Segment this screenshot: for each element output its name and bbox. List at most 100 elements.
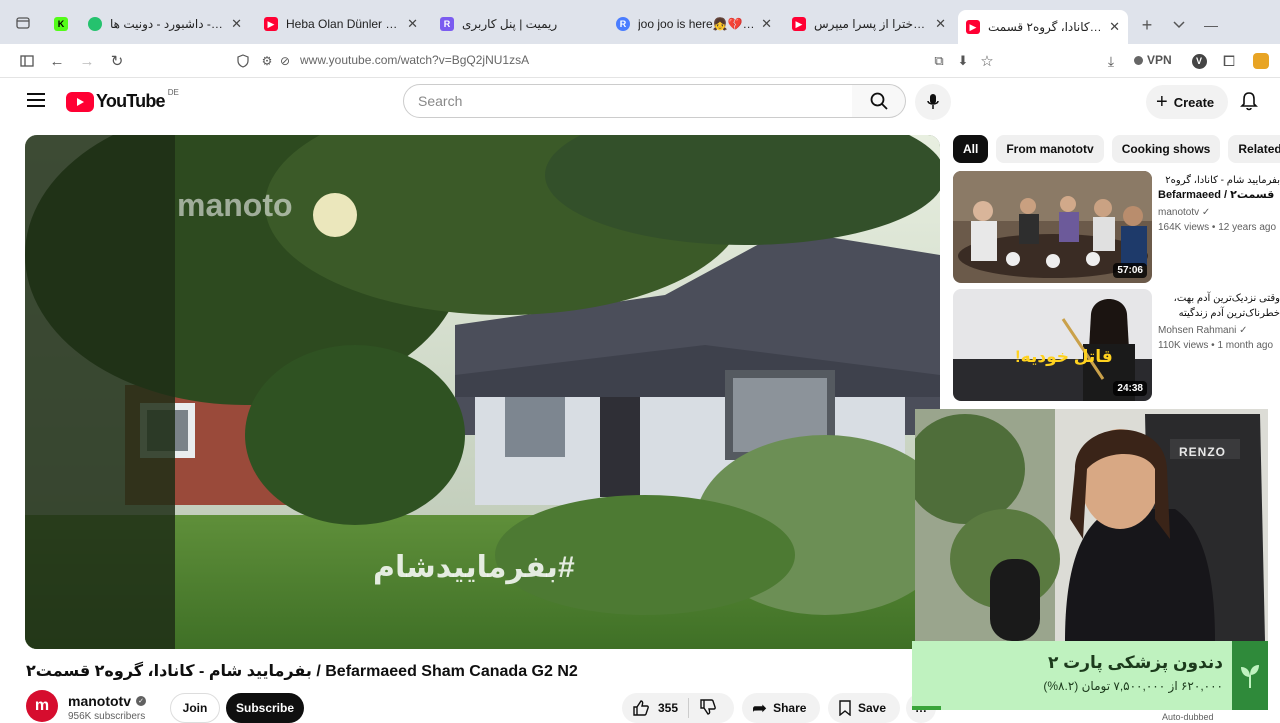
youtube-logo[interactable]: YouTube DE xyxy=(66,88,179,112)
channel-name[interactable]: manototv ✓ xyxy=(68,693,146,709)
video-overlay-text: #بفرمایید‌شام xyxy=(373,551,575,584)
tab-title: joo joo is here👧💔 !donate xyxy=(638,17,755,31)
back-icon[interactable]: ← xyxy=(46,50,68,72)
close-icon[interactable]: ✕ xyxy=(407,16,418,32)
tab-video-2[interactable]: ▶ چیزهایی که دخترا از پسرا میپرس ✕ xyxy=(784,8,954,40)
recommendation-title-line2[interactable]: Befarmaeed / قسمت۲ xyxy=(1158,188,1280,203)
vpn-button[interactable]: VPN xyxy=(1134,53,1172,67)
watermark-top: manoto xyxy=(177,187,293,223)
chip-cooking-shows[interactable]: Cooking shows xyxy=(1111,135,1221,163)
recommendation-item[interactable]: 57:06 بفرمایید شام - کانادا، گروه۲ Befar… xyxy=(953,171,1280,283)
youtube-icon: ▶ xyxy=(966,20,980,34)
downloads-icon[interactable]: ⤓ xyxy=(1100,50,1122,72)
screenshot-icon[interactable]: ⧉ xyxy=(928,50,950,72)
duration-badge: 57:06 xyxy=(1113,263,1147,278)
tab-remit[interactable]: R ریمیت | پنل کاربری xyxy=(432,8,602,40)
address-bar-url[interactable]: www.youtube.com/watch?v=BgQ2jNU1zsA xyxy=(300,53,529,67)
recommendation-title[interactable]: بفرمایید شام - کانادا، گروه۲ xyxy=(1158,173,1280,188)
share-button[interactable]: ➦ Share xyxy=(742,693,820,723)
tracking-icon[interactable]: ⊘ xyxy=(274,50,296,72)
recommendation-views: 110K views • 1 month ago xyxy=(1158,340,1274,351)
vivaldi-icon[interactable]: V xyxy=(1188,50,1210,72)
vpn-icon xyxy=(1134,55,1143,65)
tab-title: Heba Olan Dünler (ft. Berrin) xyxy=(286,17,401,31)
extensions-icon[interactable]: ⧠ xyxy=(1218,50,1240,72)
r-icon: R xyxy=(440,17,454,31)
recommendation-channel[interactable]: manototv ✓ xyxy=(1158,207,1280,218)
share-icon: ➦ xyxy=(752,697,768,718)
profile-avatar-icon[interactable] xyxy=(1250,50,1272,72)
subscribe-button[interactable]: Subscribe xyxy=(226,693,304,723)
sidebar-icon[interactable] xyxy=(16,50,38,72)
search-input[interactable]: Search xyxy=(403,84,853,118)
chevron-down-icon[interactable] xyxy=(1168,14,1190,36)
thumbs-down-icon xyxy=(700,698,716,715)
plant-icon xyxy=(1232,641,1268,710)
thumbnail-text: قاتل خودیه! xyxy=(1015,347,1113,366)
plus-icon: + xyxy=(1156,91,1168,113)
search-button[interactable] xyxy=(852,84,906,118)
verified-icon: ✓ xyxy=(1201,207,1211,218)
close-icon[interactable]: ✕ xyxy=(761,16,772,32)
verified-icon: ✓ xyxy=(136,696,146,706)
forward-icon[interactable]: → xyxy=(76,50,98,72)
youtube-icon: ▶ xyxy=(264,17,278,31)
like-button[interactable]: 355 xyxy=(632,699,678,717)
donofa-icon xyxy=(88,17,102,31)
bookmark-star-icon[interactable]: ☆ xyxy=(976,50,998,72)
minimize-icon[interactable]: — xyxy=(1200,14,1222,36)
close-icon[interactable]: ✕ xyxy=(231,16,242,32)
recommendation-channel[interactable]: Mohsen Rahmani ✓ xyxy=(1158,325,1280,336)
browser-tab-bar: K داشبورد - دونیت ها - Donofa ✕ ▶ Heba Ol… xyxy=(0,0,1280,44)
reload-icon[interactable]: ↻ xyxy=(106,50,128,72)
browser-nav-bar: ← → ↻ ⚙ ⊘ www.youtube.com/watch?v=BgQ2jN… xyxy=(0,44,1280,78)
video-player[interactable]: manoto #بفرمایید‌شام xyxy=(25,135,940,649)
tab-joojoo[interactable]: R joo joo is here👧💔 !donate ✕ xyxy=(608,8,780,40)
bookmark-icon xyxy=(839,700,851,716)
close-icon[interactable]: ✕ xyxy=(935,16,946,32)
tab-title: چیزهایی که دخترا از پسرا میپرس xyxy=(814,17,929,31)
donation-goal-banner: دندون پزشکی پارت ۲ ۶۲۰,۰۰۰ از ۷,۵۰۰,۰۰۰ … xyxy=(912,641,1268,710)
join-button[interactable]: Join xyxy=(170,693,220,723)
thumbs-up-icon xyxy=(633,700,649,716)
recommendation-item[interactable]: قاتل خودیه! 24:38 وقتی نزدیک‌ترین آدم به… xyxy=(953,289,1280,401)
tab-active-video[interactable]: ▶ بفرمایید شام - کانادا، گروه۲ قسمت ✕ xyxy=(958,10,1128,44)
tab-donofa[interactable]: داشبورد - دونیت ها - Donofa ✕ xyxy=(80,8,250,40)
youtube-logo-icon xyxy=(66,91,94,112)
chip-from-channel[interactable]: From manototv xyxy=(996,135,1104,163)
create-button[interactable]: + Create xyxy=(1146,85,1229,119)
recommendation-title-line2[interactable]: خطرناک‌ترین آدم زندگیته xyxy=(1158,306,1280,321)
search-icon xyxy=(870,92,888,110)
streamer-webcam-overlay: RENZO xyxy=(915,409,1268,641)
new-tab-icon[interactable]: + xyxy=(1136,14,1158,36)
tab-title: داشبورد - دونیت ها - Donofa xyxy=(110,17,225,31)
notifications-icon[interactable] xyxy=(1240,91,1258,116)
donation-progress-bar xyxy=(912,706,942,710)
verified-icon: ✓ xyxy=(1239,325,1248,336)
download-page-icon[interactable]: ⬇ xyxy=(952,50,974,72)
duration-badge: 24:38 xyxy=(1113,381,1147,396)
voice-search-button[interactable] xyxy=(915,84,951,120)
video-thumbnail[interactable]: 57:06 xyxy=(953,171,1152,283)
kick-icon: K xyxy=(54,17,68,31)
tab-title: ریمیت | پنل کاربری xyxy=(462,17,558,31)
tab-kick[interactable]: K xyxy=(46,8,76,40)
save-button[interactable]: Save xyxy=(828,693,900,723)
webcam-image xyxy=(915,409,1268,641)
recommendation-meta: بفرمایید شام - کانادا، گروه۲ Befarmaeed … xyxy=(1158,173,1280,233)
chip-related[interactable]: Related xyxy=(1228,135,1280,163)
tab-actions-icon[interactable] xyxy=(12,12,34,34)
dislike-button[interactable] xyxy=(699,698,717,719)
chair-brand-text: RENZO xyxy=(1179,445,1226,459)
close-icon[interactable]: ✕ xyxy=(1109,19,1120,35)
site-info-icon[interactable] xyxy=(232,50,254,72)
microphone-icon xyxy=(927,94,939,109)
video-thumbnail[interactable]: قاتل خودیه! 24:38 xyxy=(953,289,1152,401)
recommendation-meta: وقتی نزدیک‌ترین آدم بهت، خطرناک‌ترین آدم… xyxy=(1158,291,1280,351)
recommendation-title[interactable]: وقتی نزدیک‌ترین آدم بهت، xyxy=(1158,291,1280,306)
auto-dubbed-label: Auto-dubbed xyxy=(1162,712,1214,722)
tab-heba[interactable]: ▶ Heba Olan Dünler (ft. Berrin) ✕ xyxy=(256,8,426,40)
chip-all[interactable]: All xyxy=(953,135,989,163)
menu-icon[interactable] xyxy=(27,92,47,113)
channel-avatar[interactable]: m xyxy=(26,690,58,722)
